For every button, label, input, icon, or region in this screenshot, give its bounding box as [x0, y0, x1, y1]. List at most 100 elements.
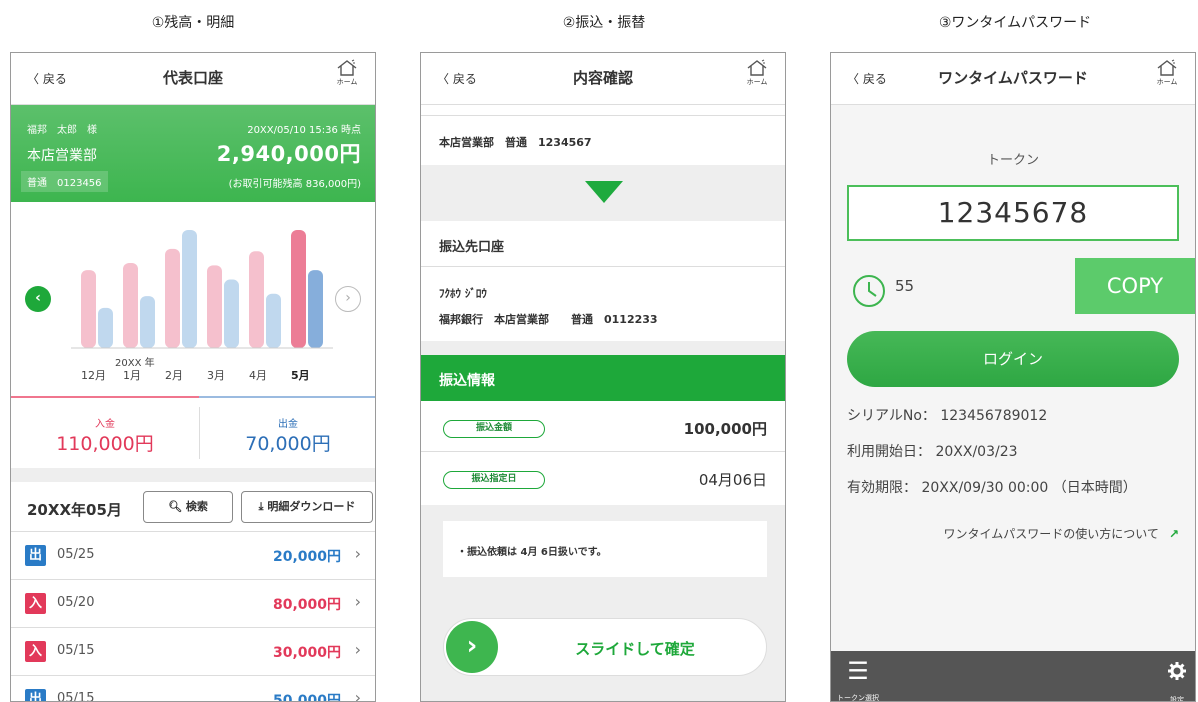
month-label: 12月	[81, 369, 106, 382]
phone-transfer: 〈 戻る 内容確認 ホーム 本店営業部 普通 1234567 振込先口座 ﾌｸﾎ…	[420, 52, 786, 702]
in-out-summary: 入金 110,000円 出金 70,000円	[11, 396, 375, 468]
home-icon	[1157, 59, 1177, 76]
home-label: ホーム	[746, 78, 768, 86]
chevron-right-icon: ›	[354, 640, 361, 659]
transaction-amount: 20,000円	[272, 549, 341, 565]
out-bar	[308, 270, 323, 348]
token-select-button[interactable]: ☰ トークン選択	[837, 659, 879, 702]
in-bar	[81, 270, 96, 348]
out-bar	[266, 293, 281, 348]
home-button[interactable]: ホーム	[739, 59, 775, 87]
month-label: 3月	[207, 369, 225, 382]
amount-value: 100,000円	[683, 420, 767, 438]
search-button[interactable]: 🔍︎ 検索	[143, 491, 233, 523]
section-gap	[11, 468, 375, 482]
chart-prev-button[interactable]: ‹	[25, 286, 51, 312]
out-label: 出金	[278, 419, 298, 430]
dest-header: 振込先口座	[421, 221, 785, 267]
bottom-toolbar: ☰ トークン選択 設定	[831, 651, 1195, 702]
monthly-bar-chart	[71, 230, 333, 349]
slide-knob-icon[interactable]: ›	[446, 621, 498, 673]
download-icon: ⤓	[258, 500, 264, 513]
page-title: 代表口座	[162, 69, 223, 87]
out-bar	[98, 307, 113, 348]
download-button[interactable]: ⤓ 明細ダウンロード	[241, 491, 373, 523]
dest-bank: 福邦銀行 本店営業部 普通 0112233	[439, 313, 658, 326]
phone-balance: 〈 戻る 代表口座 ホーム 福邦 太郎 様 20XX/05/10 15:36 時…	[10, 52, 376, 702]
amount-pill: 振込金額	[443, 420, 545, 438]
from-account-text: 本店営業部 普通 1234567	[439, 136, 592, 149]
external-link-icon: ↗	[1168, 527, 1179, 541]
transaction-date: 05/15	[57, 691, 95, 702]
dest-header-label: 振込先口座	[439, 240, 505, 255]
transaction-date: 05/20	[57, 595, 95, 610]
howto-link[interactable]: ワンタイムパスワードの使い方について ↗	[944, 525, 1179, 542]
transaction-amount: 30,000円	[272, 645, 341, 661]
branch-name: 本店営業部	[27, 148, 97, 164]
from-account: 本店営業部 普通 1234567	[421, 115, 785, 165]
out-bar	[140, 296, 155, 348]
month-label: 4月	[249, 369, 267, 382]
date-pill: 振込指定日	[443, 471, 545, 489]
home-label: ホーム	[1156, 78, 1178, 86]
settings-button[interactable]: 設定	[1167, 661, 1187, 702]
in-value: 110,000円	[56, 433, 154, 455]
copy-button[interactable]: COPY	[1075, 258, 1195, 314]
start-date: 利用開始日： 20XX/03/23	[847, 444, 1018, 460]
transfer-note: ・振込依頼は 4月 6日扱いです。	[443, 521, 767, 577]
token-value: 12345678	[937, 196, 1089, 229]
token-label: トークン	[986, 153, 1039, 168]
out-bar	[182, 230, 197, 348]
date-value: 04月06日	[698, 471, 767, 489]
transaction-date: 05/25	[57, 547, 95, 562]
info-header-label: 振込情報	[439, 373, 495, 389]
out-bar	[224, 279, 239, 348]
in-bar	[291, 230, 306, 348]
transaction-row[interactable]: 出 05/25 20,000円 ›	[11, 531, 375, 579]
home-button[interactable]: ホーム	[1149, 59, 1185, 87]
account-holder: 福邦 太郎 様	[27, 125, 97, 136]
header: 〈 戻る ワンタイムパスワード ホーム	[831, 53, 1195, 105]
chevron-right-icon: ›	[354, 544, 361, 563]
list-month: 20XX年05月	[27, 501, 122, 519]
month-label-current: 5月	[291, 369, 310, 382]
chevron-right-icon: ›	[354, 688, 361, 702]
header: 〈 戻る 代表口座 ホーム	[11, 53, 375, 105]
in-bar	[249, 251, 264, 348]
home-label: ホーム	[336, 78, 358, 86]
month-label: 2月	[165, 369, 183, 382]
caption-otp: ③ワンタイムパスワード	[938, 15, 1092, 31]
transaction-type-badge: 入	[25, 641, 46, 662]
login-button[interactable]: ログイン	[847, 331, 1179, 387]
out-value: 70,000円	[245, 433, 331, 455]
slide-to-confirm[interactable]: › スライドして確定	[443, 618, 767, 676]
transaction-row[interactable]: 入 05/15 30,000円 ›	[11, 627, 375, 675]
serial-number: シリアルNo： 123456789012	[847, 408, 1048, 424]
slide-label: スライドして確定	[575, 640, 695, 658]
transaction-amount: 80,000円	[272, 597, 341, 613]
month-label: 1月	[123, 369, 141, 382]
settings-label: 設定	[1170, 696, 1184, 702]
balance-panel: 福邦 太郎 様 20XX/05/10 15:36 時点 本店営業部 2,940,…	[11, 105, 375, 202]
howto-label: ワンタイムパスワードの使い方について	[943, 527, 1159, 541]
transaction-row[interactable]: 入 05/20 80,000円 ›	[11, 579, 375, 627]
transaction-amount: 50,000円	[272, 693, 341, 702]
token-select-label: トークン選択	[837, 694, 879, 702]
token-display: 12345678	[847, 185, 1179, 241]
available-balance: (お取引可能残高 836,000円)	[228, 179, 361, 190]
chevron-right-icon: ›	[354, 592, 361, 611]
chart-next-button[interactable]: ›	[335, 286, 361, 312]
countdown-seconds: 55	[895, 277, 915, 295]
download-label: 明細ダウンロード	[267, 500, 356, 513]
gear-icon	[1168, 662, 1186, 680]
page-title: 内容確認	[572, 69, 633, 87]
transaction-type-badge: 入	[25, 593, 46, 614]
note-text: ・振込依頼は 4月 6日扱いです。	[457, 547, 607, 558]
divider	[421, 451, 785, 452]
page-title: ワンタイムパスワード	[938, 69, 1088, 87]
transaction-row[interactable]: 出 05/15 50,000円 ›	[11, 675, 375, 702]
phone-otp: 〈 戻る ワンタイムパスワード ホーム トークン 12345678 55 COP…	[830, 52, 1196, 702]
home-button[interactable]: ホーム	[329, 59, 365, 87]
in-bar	[123, 263, 138, 348]
expiry-date: 有効期限： 20XX/09/30 00:00 （日本時間）	[847, 480, 1137, 496]
